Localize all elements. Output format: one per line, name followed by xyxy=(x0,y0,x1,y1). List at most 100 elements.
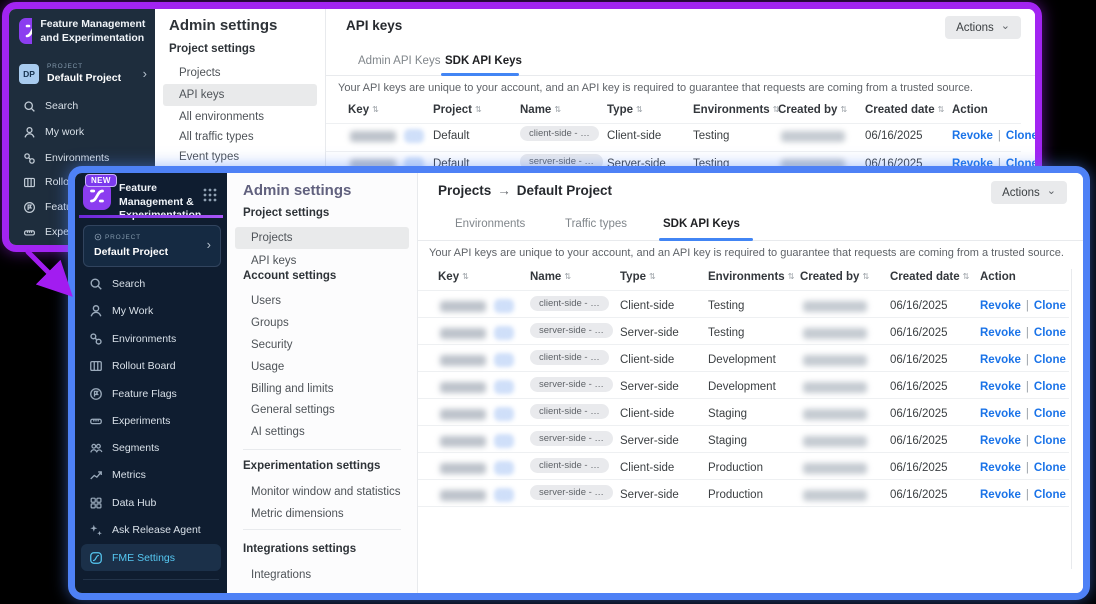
nav-item-all-environments[interactable]: All environments xyxy=(163,106,317,128)
nav-item-users[interactable]: Users xyxy=(235,290,409,312)
sidebar-item-metrics[interactable]: Metrics xyxy=(89,466,223,484)
nav-section-heading: Project settings xyxy=(243,207,329,219)
sort-icon[interactable]: ⇅ xyxy=(862,272,869,281)
actions-button[interactable]: Actions ⌄ xyxy=(945,16,1021,39)
clone-link[interactable]: Clone xyxy=(1034,381,1066,393)
sidebar-item-experiments[interactable]: Experiments xyxy=(89,412,223,430)
divider xyxy=(418,371,1069,372)
sidebar-item-environments[interactable]: Environments xyxy=(23,149,151,167)
sidebar-item-fme-settings[interactable]: FME Settings xyxy=(81,544,221,571)
sidebar-item-data-hub[interactable]: Data Hub xyxy=(89,494,223,512)
nav-item-security[interactable]: Security xyxy=(235,334,409,356)
sidebar-item-my-work[interactable]: My Work xyxy=(89,302,223,320)
sidebar-item-label: Metrics xyxy=(112,469,146,481)
cell-actions: Revoke | Clone xyxy=(980,354,1066,366)
redacted-key xyxy=(440,436,486,447)
divider xyxy=(418,344,1069,345)
experiments-icon xyxy=(89,414,103,428)
sort-icon[interactable]: ⇅ xyxy=(840,105,847,114)
nav-item-projects[interactable]: Projects xyxy=(235,227,409,249)
nav-item-monitor-window-and-statistics[interactable]: Monitor window and statistics xyxy=(235,481,415,503)
revoke-link[interactable]: Revoke xyxy=(980,408,1021,420)
sidebar-item-my-work[interactable]: My work xyxy=(23,123,151,141)
front-project-selector[interactable]: PROJECT Default Project › xyxy=(83,225,221,267)
cell-type: Client-side xyxy=(620,354,674,366)
sort-icon[interactable]: ⇅ xyxy=(554,105,561,114)
cell-created-date: 06/16/2025 xyxy=(890,381,948,393)
tab-sdk-api-keys[interactable]: SDK API Keys xyxy=(663,218,740,230)
nav-item-projects[interactable]: Projects xyxy=(163,62,317,84)
revoke-link[interactable]: Revoke xyxy=(980,462,1021,474)
sort-icon[interactable]: ⇅ xyxy=(938,105,945,114)
sidebar-item-segments[interactable]: Segments xyxy=(89,439,223,457)
revoke-link[interactable]: Revoke xyxy=(980,435,1021,447)
tab-sdk-api-keys[interactable]: SDK API Keys xyxy=(445,55,522,67)
nav-item-api-keys[interactable]: API keys xyxy=(235,250,409,272)
clone-link[interactable]: Clone xyxy=(1034,435,1066,447)
sort-icon[interactable]: ⇅ xyxy=(372,105,379,114)
nav-item-groups[interactable]: Groups xyxy=(235,312,409,334)
clone-link[interactable]: Clone xyxy=(1034,462,1066,474)
nav-item-metric-dimensions[interactable]: Metric dimensions xyxy=(235,503,409,525)
revoke-link[interactable]: Revoke xyxy=(952,130,993,142)
sort-icon[interactable]: ⇅ xyxy=(649,272,656,281)
actions-button[interactable]: Actions ⌄ xyxy=(991,181,1067,204)
sort-icon[interactable]: ⇅ xyxy=(636,105,643,114)
revoke-link[interactable]: Revoke xyxy=(980,489,1021,501)
nav-item-general-settings[interactable]: General settings xyxy=(235,399,409,421)
revoke-link[interactable]: Revoke xyxy=(980,300,1021,312)
back-brand-title: Feature Management and Experimentation xyxy=(40,18,149,45)
breadcrumb-projects[interactable]: Projects xyxy=(438,183,491,198)
nav-item-all-traffic-types[interactable]: All traffic types xyxy=(163,126,317,148)
clone-link[interactable]: Clone xyxy=(1034,327,1066,339)
sort-icon[interactable]: ⇅ xyxy=(963,272,970,281)
clone-link[interactable]: Clone xyxy=(1034,408,1066,420)
feature-flags-icon xyxy=(23,201,36,214)
tab-traffic-types[interactable]: Traffic types xyxy=(565,218,627,230)
nav-item-ai-settings[interactable]: AI settings xyxy=(235,421,409,443)
sidebar-item-feature-flags[interactable]: Feature Flags xyxy=(89,385,223,403)
cell-actions: Revoke|Clone xyxy=(980,462,1066,474)
nav-item-api-keys[interactable]: API keys xyxy=(163,84,317,106)
environments-icon xyxy=(89,332,103,346)
divider xyxy=(418,479,1069,480)
sidebar-item-environments[interactable]: Environments xyxy=(89,330,223,348)
sidebar-item-search[interactable]: Search xyxy=(89,275,223,293)
key-name-pill: server-side - … xyxy=(530,323,613,338)
pipe-separator: | xyxy=(998,130,1001,142)
active-tab-underline xyxy=(441,73,519,76)
sidebar-item-ask-release-agent[interactable]: Ask Release Agent xyxy=(89,521,223,539)
nav-item-billing-and-limits[interactable]: Billing and limits xyxy=(235,378,409,400)
tab-admin-api-keys[interactable]: Admin API Keys xyxy=(358,55,440,67)
sort-icon[interactable]: ⇅ xyxy=(788,272,795,281)
chevron-right-icon: › xyxy=(207,239,211,251)
clone-link[interactable]: Clone xyxy=(1034,354,1066,366)
revoke-link[interactable]: Revoke xyxy=(980,327,1021,339)
page-title: API keys xyxy=(346,18,402,33)
revoke-link[interactable]: Revoke xyxy=(980,381,1021,393)
key-name-pill: server-side - … xyxy=(530,485,613,500)
back-project-selector[interactable]: DP PROJECT Default Project › xyxy=(19,63,147,84)
sort-icon[interactable]: ⇅ xyxy=(564,272,571,281)
sort-icon[interactable]: ⇅ xyxy=(462,272,469,281)
sidebar-item-rollout-board[interactable]: Rollout Board xyxy=(89,357,223,375)
pipe-separator: | xyxy=(1026,354,1029,366)
new-badge: NEW xyxy=(85,174,117,187)
sidebar-item-search[interactable]: Search xyxy=(23,97,151,115)
clone-link[interactable]: Clone xyxy=(1034,300,1066,312)
nav-item-integrations[interactable]: Integrations xyxy=(235,564,409,586)
revoke-link[interactable]: Revoke xyxy=(980,354,1021,366)
actions-button-label: Actions xyxy=(956,22,994,34)
sparkle-icon xyxy=(89,523,103,537)
cell-environment: Staging xyxy=(708,408,747,420)
nav-item-event-types[interactable]: Event types xyxy=(163,146,317,168)
cell-created-date: 06/16/2025 xyxy=(890,408,948,420)
nav-item-usage[interactable]: Usage xyxy=(235,356,409,378)
clone-link[interactable]: Clone xyxy=(1034,489,1066,501)
cell-created-date: 06/16/2025 xyxy=(890,354,948,366)
sort-icon[interactable]: ⇅ xyxy=(475,105,482,114)
app-grid-icon[interactable] xyxy=(203,188,217,202)
tab-environments[interactable]: Environments xyxy=(455,218,525,230)
clone-link[interactable]: Clone xyxy=(1006,130,1038,142)
redacted-key xyxy=(440,463,486,474)
